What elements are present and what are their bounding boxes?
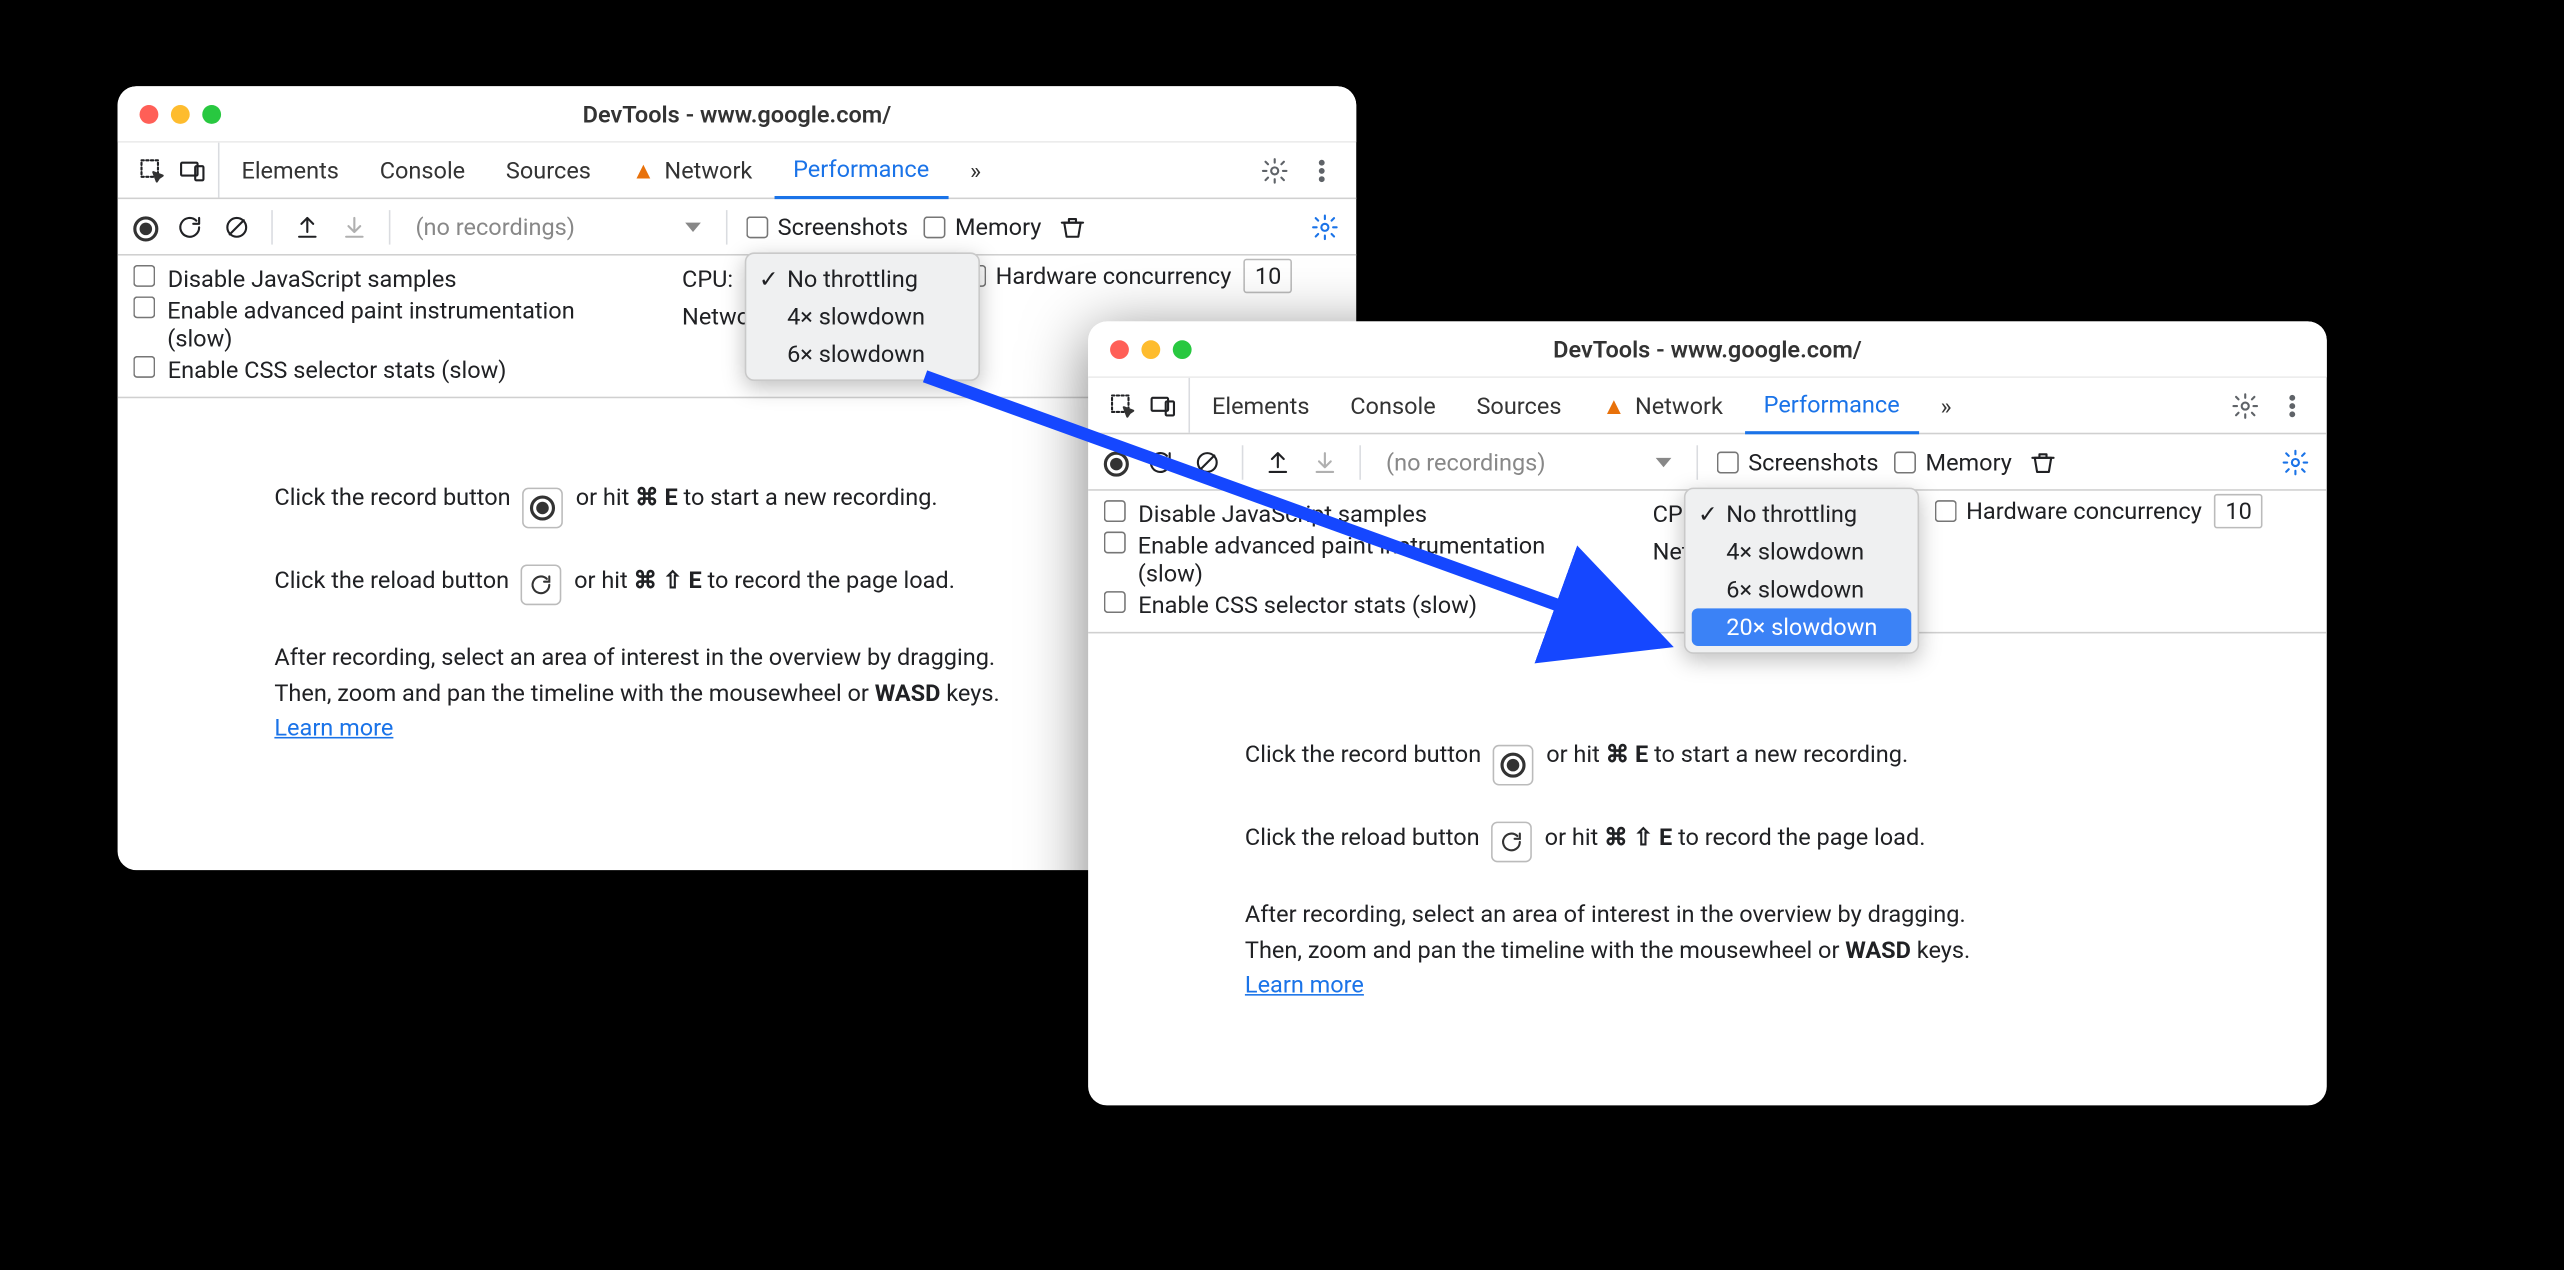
minimize-icon[interactable] xyxy=(171,104,190,123)
download-icon[interactable] xyxy=(1309,446,1340,477)
screenshots-checkbox[interactable]: Screenshots xyxy=(1717,448,1879,476)
devtools-window-right: DevTools - www.google.com/ Elements Cons… xyxy=(1088,321,2327,1105)
chevron-down-icon xyxy=(685,222,701,231)
cpu-option-4x[interactable]: 4× slowdown xyxy=(746,298,978,336)
tab-elements[interactable]: Elements xyxy=(1193,378,1328,433)
tab-console[interactable]: Console xyxy=(1331,378,1454,433)
adv-paint-checkbox[interactable]: Enable advanced paint instrumentation (s… xyxy=(1104,532,1606,588)
tab-strip: Elements Console Sources ▲Network Perfor… xyxy=(118,143,1357,199)
device-toolbar-icon[interactable] xyxy=(1148,390,1179,421)
device-toolbar-icon[interactable] xyxy=(177,154,208,185)
disable-js-checkbox[interactable]: Disable JavaScript samples xyxy=(133,265,635,293)
minimize-icon[interactable] xyxy=(1141,339,1160,358)
warning-icon: ▲ xyxy=(632,156,655,184)
cpu-option-6x[interactable]: 6× slowdown xyxy=(746,336,978,374)
gc-icon[interactable] xyxy=(1057,211,1088,242)
titlebar[interactable]: DevTools - www.google.com/ xyxy=(118,86,1357,142)
disable-js-checkbox[interactable]: Disable JavaScript samples xyxy=(1104,500,1606,528)
reload-button[interactable] xyxy=(174,211,205,242)
more-tabs-button[interactable]: » xyxy=(951,143,1000,198)
cpu-option-20x[interactable]: 20× slowdown xyxy=(1692,608,1912,646)
memory-checkbox[interactable]: Memory xyxy=(1894,448,2012,476)
inspect-icon[interactable] xyxy=(1107,390,1138,421)
record-button-inline[interactable] xyxy=(523,488,564,529)
cpu-option-6x[interactable]: 6× slowdown xyxy=(1685,571,1917,609)
close-icon[interactable] xyxy=(140,104,159,123)
cpu-throttle-menu[interactable]: No throttling 4× slowdown 6× slowdown 20… xyxy=(1684,488,1919,654)
clear-button[interactable] xyxy=(221,211,252,242)
memory-checkbox[interactable]: Memory xyxy=(924,212,1042,240)
tab-network[interactable]: ▲Network xyxy=(1583,378,1741,433)
reload-hint: Click the reload button or hit ⌘ ⇧ E to … xyxy=(1245,820,2255,862)
tab-network[interactable]: ▲Network xyxy=(613,143,771,198)
cpu-option-none[interactable]: No throttling xyxy=(1685,495,1917,533)
upload-icon[interactable] xyxy=(1262,446,1293,477)
tab-sources[interactable]: Sources xyxy=(487,143,610,198)
reload-button-inline[interactable] xyxy=(521,564,562,605)
reload-button[interactable] xyxy=(1145,446,1176,477)
chevron-down-icon xyxy=(1656,457,1672,466)
settings-icon[interactable] xyxy=(1259,154,1290,185)
cpu-throttle-menu[interactable]: No throttling 4× slowdown 6× slowdown xyxy=(745,252,980,381)
cpu-option-none[interactable]: No throttling xyxy=(746,260,978,298)
download-icon[interactable] xyxy=(339,211,370,242)
css-stats-checkbox[interactable]: Enable CSS selector stats (slow) xyxy=(133,356,635,384)
tab-sources[interactable]: Sources xyxy=(1458,378,1581,433)
hw-concurrency-input[interactable]: 10 xyxy=(1244,259,1292,293)
tab-elements[interactable]: Elements xyxy=(223,143,358,198)
instructions-panel: Click the record button or hit ⌘ E to st… xyxy=(1088,633,2327,1068)
kebab-icon[interactable] xyxy=(2277,390,2308,421)
window-title: DevTools - www.google.com/ xyxy=(118,100,1357,128)
hw-concurrency-checkbox[interactable]: Hardware concurrency xyxy=(964,262,1231,290)
recordings-select[interactable]: (no recordings) xyxy=(1380,445,1678,479)
cpu-label: CPU: xyxy=(682,265,733,293)
perf-toolbar: (no recordings) Screenshots Memory xyxy=(118,199,1357,255)
window-title: DevTools - www.google.com/ xyxy=(1088,335,2327,363)
record-hint: Click the record button or hit ⌘ E to st… xyxy=(1245,737,2255,786)
capture-settings-panel: Disable JavaScript samples Enable advanc… xyxy=(1088,491,2327,634)
hw-concurrency-checkbox[interactable]: Hardware concurrency xyxy=(1935,497,2202,525)
kebab-icon[interactable] xyxy=(1306,154,1337,185)
titlebar[interactable]: DevTools - www.google.com/ xyxy=(1088,321,2327,377)
learn-more-link[interactable]: Learn more xyxy=(1245,971,1364,999)
upload-icon[interactable] xyxy=(292,211,323,242)
capture-settings-icon[interactable] xyxy=(2280,446,2311,477)
cpu-option-4x[interactable]: 4× slowdown xyxy=(1685,533,1917,571)
clear-button[interactable] xyxy=(1192,446,1223,477)
more-tabs-button[interactable]: » xyxy=(1922,378,1971,433)
perf-toolbar: (no recordings) Screenshots Memory xyxy=(1088,434,2327,490)
inspect-icon[interactable] xyxy=(136,154,167,185)
zoom-icon[interactable] xyxy=(1173,339,1192,358)
tab-performance[interactable]: Performance xyxy=(1745,379,1919,434)
record-button[interactable] xyxy=(133,212,158,240)
warning-icon: ▲ xyxy=(1602,391,1625,419)
learn-more-link[interactable]: Learn more xyxy=(274,713,393,741)
settings-icon[interactable] xyxy=(2230,390,2261,421)
gc-icon[interactable] xyxy=(2028,446,2059,477)
after-recording-hint: After recording, select an area of inter… xyxy=(1245,897,2255,1003)
recordings-select[interactable]: (no recordings) xyxy=(409,209,707,243)
zoom-icon[interactable] xyxy=(202,104,221,123)
tab-strip: Elements Console Sources ▲Network Perfor… xyxy=(1088,378,2327,434)
tab-performance[interactable]: Performance xyxy=(774,143,948,198)
hw-concurrency-input[interactable]: 10 xyxy=(2214,494,2262,528)
record-button-inline[interactable] xyxy=(1493,745,1534,786)
capture-settings-icon[interactable] xyxy=(1309,211,1340,242)
reload-button-inline[interactable] xyxy=(1492,822,1533,863)
screenshots-checkbox[interactable]: Screenshots xyxy=(746,212,908,240)
adv-paint-checkbox[interactable]: Enable advanced paint instrumentation (s… xyxy=(133,296,635,352)
close-icon[interactable] xyxy=(1110,339,1129,358)
css-stats-checkbox[interactable]: Enable CSS selector stats (slow) xyxy=(1104,591,1606,619)
tab-console[interactable]: Console xyxy=(361,143,484,198)
record-button[interactable] xyxy=(1104,448,1129,476)
